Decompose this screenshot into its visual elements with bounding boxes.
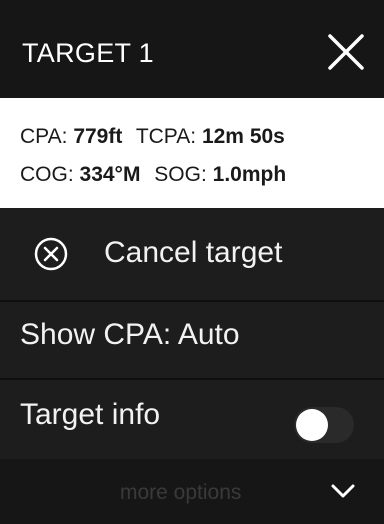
toggle-knob (296, 409, 328, 441)
close-button[interactable] (324, 30, 368, 74)
cpa-value: 779ft (73, 125, 123, 148)
target-panel: TARGET 1 CPA: 779ft TCPA: 12m 50s COG: 3… (0, 0, 384, 524)
tcpa-value: 12m 50s (201, 125, 285, 148)
sog-value: 1.0mph (212, 163, 287, 186)
panel-title: TARGET 1 (22, 38, 154, 68)
cog-label: COG: (20, 163, 74, 186)
tcpa-label: TCPA: (135, 125, 197, 148)
sog-label: SOG: (154, 163, 207, 186)
target-info-row[interactable]: Target info (0, 380, 384, 459)
cancel-target-button[interactable]: Cancel target (0, 208, 384, 300)
cancel-target-label: Cancel target (104, 236, 283, 269)
more-options-label: more options (120, 481, 242, 504)
show-cpa-button[interactable]: Show CPA: Auto (0, 302, 384, 378)
close-icon (328, 34, 364, 70)
target-info-toggle[interactable] (294, 407, 354, 443)
cog-value: 334°M (79, 163, 141, 186)
target-info-label: Target info (20, 398, 161, 431)
more-options-button[interactable]: more options (0, 459, 384, 524)
target-info-summary: CPA: 779ft TCPA: 12m 50s COG: 334°M SOG:… (0, 98, 384, 208)
cpa-label: CPA: (20, 125, 68, 148)
chevron-down-icon (331, 484, 355, 498)
info-row-cpa: CPA: 779ft TCPA: 12m 50s (20, 125, 285, 149)
cancel-circle-icon (34, 237, 68, 271)
info-row-cog: COG: 334°M SOG: 1.0mph (20, 163, 286, 187)
show-cpa-label: Show CPA: Auto (20, 318, 240, 351)
panel-header: TARGET 1 (0, 0, 384, 98)
